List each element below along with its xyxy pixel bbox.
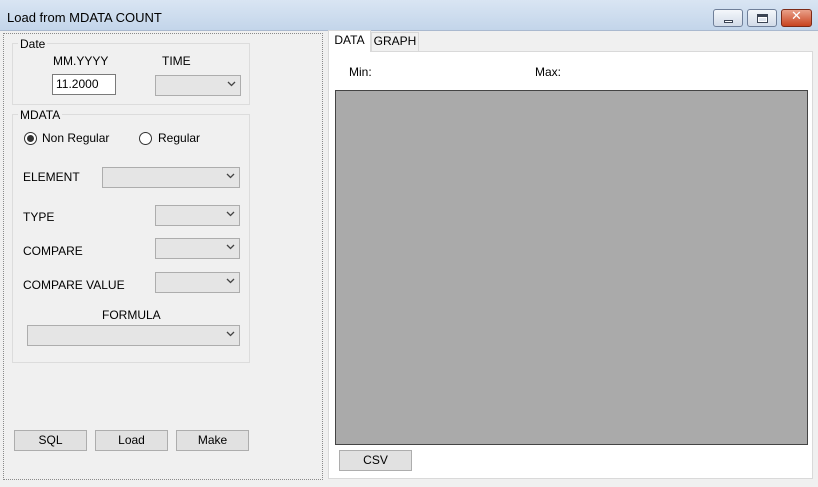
chevron-down-icon — [226, 278, 235, 286]
element-label: ELEMENT — [23, 170, 80, 184]
mdata-group-label: MDATA — [18, 108, 63, 122]
compare-label: COMPARE — [23, 244, 83, 258]
chevron-down-icon — [226, 331, 235, 339]
radio-non-regular[interactable] — [24, 132, 37, 145]
chevron-down-icon — [227, 81, 236, 89]
data-tab-page: Min: Max: CSV — [328, 51, 813, 479]
mdata-group: MDATA Non Regular Regular ELEMENT TYPE C… — [12, 108, 250, 363]
time-label: TIME — [162, 54, 191, 68]
maximize-button[interactable] — [747, 9, 777, 27]
chevron-down-icon — [226, 244, 235, 252]
tab-graph[interactable]: GRAPH — [371, 32, 419, 51]
mm-yyyy-input[interactable]: 11.2000 — [52, 74, 116, 95]
element-select[interactable] — [102, 167, 240, 188]
maximize-icon — [757, 14, 768, 23]
sql-button[interactable]: SQL — [14, 430, 87, 451]
csv-button[interactable]: CSV — [339, 450, 412, 471]
tab-data[interactable]: DATA — [328, 30, 371, 52]
time-select[interactable] — [155, 75, 241, 96]
type-select[interactable] — [155, 205, 240, 226]
data-grid[interactable] — [335, 90, 808, 445]
compare-value-select[interactable] — [155, 272, 240, 293]
formula-select[interactable] — [27, 325, 240, 346]
minimize-icon — [724, 20, 733, 23]
radio-non-regular-label[interactable]: Non Regular — [42, 131, 109, 145]
min-label: Min: — [349, 65, 372, 79]
window-title: Load from MDATA COUNT — [7, 10, 162, 25]
load-button[interactable]: Load — [95, 430, 168, 451]
compare-select[interactable] — [155, 238, 240, 259]
close-button[interactable]: ✕ — [781, 9, 812, 27]
chevron-down-icon — [226, 211, 235, 219]
compare-value-label: COMPARE VALUE — [23, 278, 125, 292]
radio-regular-label[interactable]: Regular — [158, 131, 200, 145]
formula-label: FORMULA — [102, 308, 161, 322]
close-icon: ✕ — [791, 9, 802, 24]
chevron-down-icon — [226, 173, 235, 181]
max-label: Max: — [535, 65, 562, 79]
left-panel: Date MM.YYYY TIME 11.2000 MDATA Non Regu… — [3, 33, 323, 480]
mm-yyyy-label: MM.YYYY — [53, 54, 109, 68]
date-group-label: Date — [18, 37, 48, 51]
make-button[interactable]: Make — [176, 430, 249, 451]
radio-regular[interactable] — [139, 132, 152, 145]
minimize-button[interactable] — [713, 9, 743, 27]
type-label: TYPE — [23, 210, 55, 224]
date-group: Date MM.YYYY TIME 11.2000 — [12, 37, 250, 105]
title-bar[interactable]: Load from MDATA COUNT ✕ — [0, 0, 818, 31]
